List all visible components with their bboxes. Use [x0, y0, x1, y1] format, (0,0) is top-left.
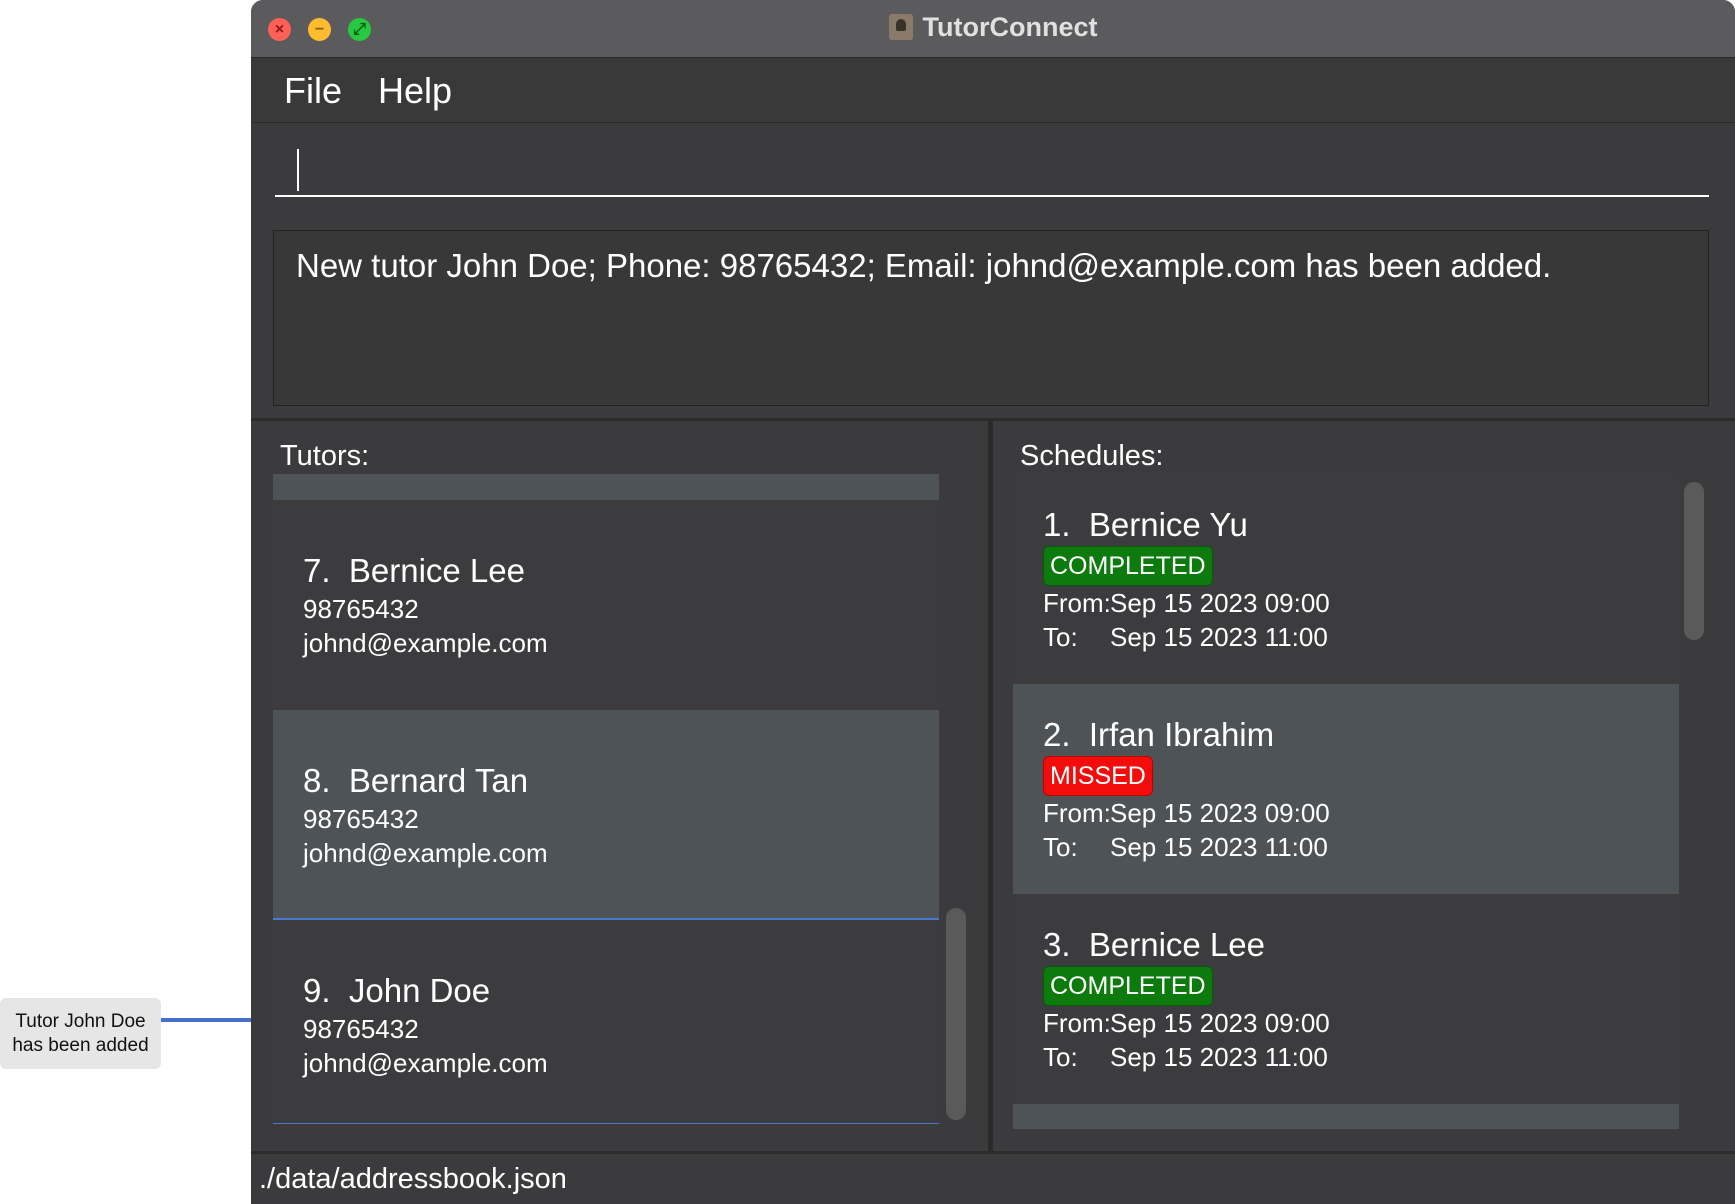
- window-title: TutorConnect: [251, 12, 1735, 43]
- to-label: To:: [1043, 1042, 1078, 1072]
- panel-separator: [251, 418, 1735, 421]
- tutor-phone: 98765432: [303, 1014, 419, 1044]
- menu-help[interactable]: Help: [378, 70, 452, 112]
- tutor-card[interactable]: 7. Bernice Lee 98765432 johnd@example.co…: [273, 500, 939, 710]
- tutor-email: johnd@example.com: [303, 838, 548, 868]
- schedule-tutor-name: 1. Bernice Yu: [1043, 506, 1248, 543]
- from-label: From:: [1043, 798, 1111, 828]
- tutor-list-scrollbar[interactable]: [946, 908, 966, 1120]
- schedule-card[interactable]: 3. Bernice Lee COMPLETED From: Sep 15 20…: [1013, 894, 1679, 1104]
- annotation-line-1: Tutor John Doe: [15, 1010, 146, 1032]
- text-caret: [297, 149, 299, 191]
- from-label: From:: [1043, 588, 1111, 618]
- schedule-from: Sep 15 2023 09:00: [1110, 798, 1330, 828]
- tutor-card[interactable]: 8. Bernard Tan 98765432 johnd@example.co…: [273, 710, 939, 920]
- schedule-tutor-name: 2. Irfan Ibrahim: [1043, 716, 1275, 753]
- tutor-list[interactable]: 7. Bernice Lee 98765432 johnd@example.co…: [273, 474, 939, 1124]
- menu-bar: File Help: [251, 58, 1735, 123]
- app-window: × − ⤢ TutorConnect File Help New tutor J…: [251, 0, 1735, 1204]
- tutor-email: johnd@example.com: [303, 628, 548, 658]
- schedule-list-scrollbar[interactable]: [1684, 482, 1704, 640]
- panel-divider: [988, 418, 993, 1151]
- result-display: New tutor John Doe; Phone: 98765432; Ema…: [273, 230, 1709, 406]
- list-item-partial[interactable]: [273, 474, 939, 500]
- title-bar: × − ⤢ TutorConnect: [251, 0, 1735, 58]
- schedule-card[interactable]: 2. Irfan Ibrahim MISSED From: Sep 15 202…: [1013, 684, 1679, 894]
- from-label: From:: [1043, 1008, 1111, 1038]
- tutor-email: johnd@example.com: [303, 1048, 548, 1078]
- schedule-card[interactable]: 1. Bernice Yu COMPLETED From: Sep 15 202…: [1013, 474, 1679, 684]
- tutor-phone: 98765432: [303, 594, 419, 624]
- status-badge: MISSED: [1043, 756, 1153, 796]
- status-badge: COMPLETED: [1043, 966, 1213, 1006]
- contact-book-icon: [888, 14, 913, 40]
- tutor-card-selected[interactable]: 9. John Doe 98765432 johnd@example.com: [273, 918, 939, 1124]
- annotation-line-2: has been added: [12, 1034, 149, 1056]
- tutors-panel-title: Tutors:: [280, 440, 370, 472]
- annotation-connector: [161, 1018, 256, 1022]
- schedule-list[interactable]: 1. Bernice Yu COMPLETED From: Sep 15 202…: [1013, 474, 1679, 1129]
- schedule-from: Sep 15 2023 09:00: [1110, 1008, 1330, 1038]
- status-badge: COMPLETED: [1043, 546, 1213, 586]
- schedule-tutor-name: 3. Bernice Lee: [1043, 926, 1265, 963]
- data-file-path: ./data/addressbook.json: [259, 1163, 567, 1195]
- status-bar: ./data/addressbook.json: [251, 1151, 1735, 1204]
- to-label: To:: [1043, 832, 1078, 862]
- tutor-name: 8. Bernard Tan: [303, 762, 529, 799]
- command-area: [251, 123, 1735, 215]
- tutor-name: 7. Bernice Lee: [303, 552, 525, 589]
- schedules-panel-title: Schedules:: [1020, 440, 1164, 472]
- command-input[interactable]: [275, 139, 1709, 197]
- window-title-text: TutorConnect: [922, 12, 1098, 42]
- result-message: New tutor John Doe; Phone: 98765432; Ema…: [296, 247, 1552, 284]
- schedule-to: Sep 15 2023 11:00: [1110, 622, 1328, 652]
- tutor-phone: 98765432: [303, 804, 419, 834]
- schedule-to: Sep 15 2023 11:00: [1110, 1042, 1328, 1072]
- annotation-callout: Tutor John Doe has been added: [0, 998, 161, 1069]
- to-label: To:: [1043, 622, 1078, 652]
- schedule-to: Sep 15 2023 11:00: [1110, 832, 1328, 862]
- schedule-from: Sep 15 2023 09:00: [1110, 588, 1330, 618]
- menu-file[interactable]: File: [284, 70, 342, 112]
- list-item-partial[interactable]: [1013, 1104, 1679, 1129]
- tutor-name: 9. John Doe: [303, 972, 491, 1009]
